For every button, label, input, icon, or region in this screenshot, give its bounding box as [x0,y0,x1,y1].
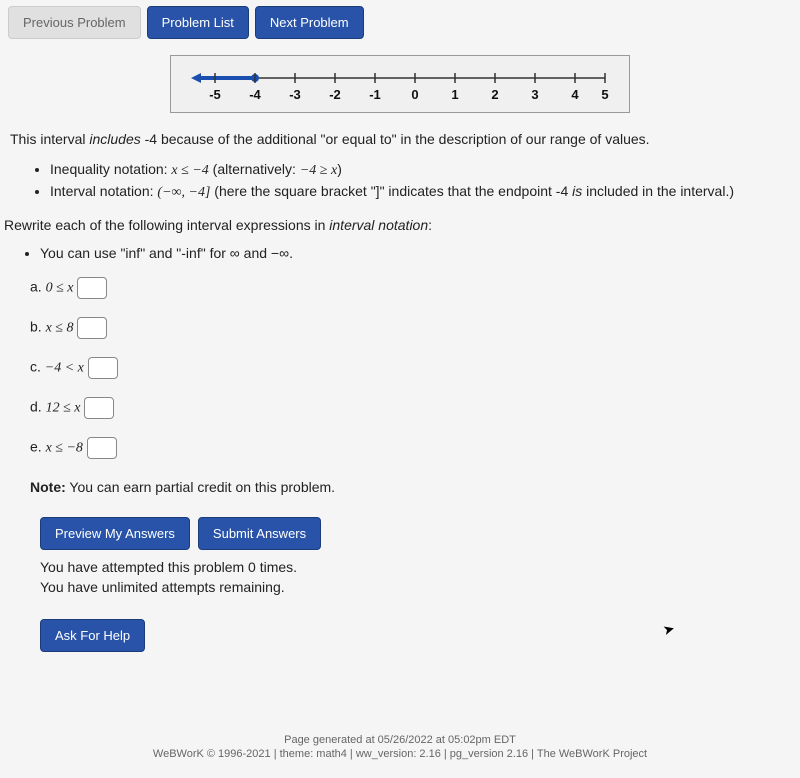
svg-text:-1: -1 [369,87,381,102]
answer-input-a[interactable] [77,277,107,299]
preview-answers-button[interactable]: Preview My Answers [40,517,190,550]
question-e: e. x ≤ −8 [30,437,782,459]
svg-text:1: 1 [451,87,458,102]
svg-text:4: 4 [571,87,579,102]
inequality-notation-item: Inequality notation: x ≤ −4 (alternative… [50,161,782,179]
answer-input-c[interactable] [88,357,118,379]
question-a: a. 0 ≤ x [30,277,782,299]
next-problem-button[interactable]: Next Problem [255,6,364,39]
svg-text:0: 0 [411,87,418,102]
footer-credits: WeBWorK © 1996-2021 | theme: math4 | ww_… [0,748,800,760]
svg-text:-4: -4 [249,87,261,102]
svg-text:-5: -5 [209,87,221,102]
page-footer: Page generated at 05/26/2022 at 05:02pm … [0,734,800,762]
partial-credit-note: Note: You can earn partial credit on thi… [30,479,782,495]
svg-text:3: 3 [531,87,538,102]
answer-input-d[interactable] [84,397,114,419]
attempts-remaining-text: You have unlimited attempts remaining. [40,578,782,598]
answer-input-e[interactable] [87,437,117,459]
hint-text: You can use "inf" and "-inf" for ∞ and −… [40,245,782,261]
answer-input-b[interactable] [77,317,107,339]
question-b: b. x ≤ 8 [30,317,782,339]
previous-problem-button[interactable]: Previous Problem [8,6,141,39]
question-d: d. 12 ≤ x [30,397,782,419]
interval-notation-item: Interval notation: (−∞, −4] (here the sq… [50,183,782,201]
problem-list-button[interactable]: Problem List [147,6,249,39]
submit-answers-button[interactable]: Submit Answers [198,517,321,550]
ask-for-help-button[interactable]: Ask For Help [40,619,145,652]
footer-timestamp: Page generated at 05/26/2022 at 05:02pm … [0,734,800,746]
svg-text:5: 5 [601,87,608,102]
intro-text: This interval includes -4 because of the… [10,131,782,147]
question-c: c. −4 < x [30,357,782,379]
svg-text:-3: -3 [289,87,301,102]
number-line-graphic: -5 -4 -3 -2 -1 0 1 2 3 4 5 [170,55,630,113]
rewrite-prompt: Rewrite each of the following interval e… [4,217,782,233]
svg-text:-2: -2 [329,87,341,102]
attempts-count-text: You have attempted this problem 0 times. [40,558,782,578]
svg-text:2: 2 [491,87,498,102]
